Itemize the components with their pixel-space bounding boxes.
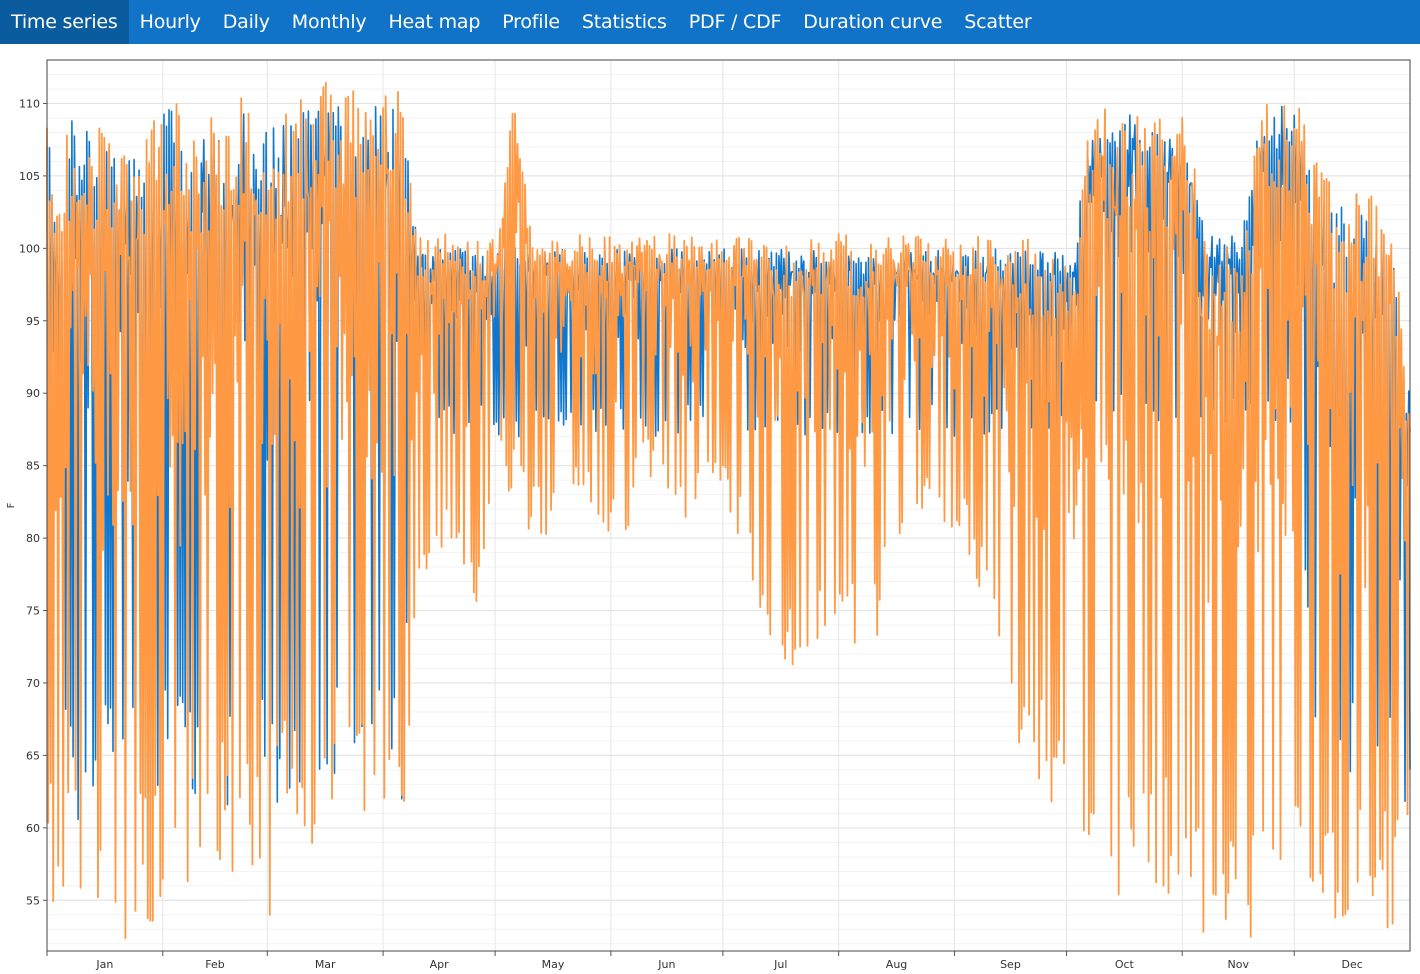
- y-tick-label: 65: [26, 749, 40, 762]
- y-axis-label: F: [6, 502, 17, 508]
- tab-bar: Time series Hourly Daily Monthly Heat map Pro…: [0, 0, 1420, 44]
- y-tick-label: 70: [26, 677, 40, 690]
- tab-heat-map[interactable]: Heat map: [377, 0, 491, 44]
- x-tick-label: Aug: [886, 958, 907, 971]
- tab-time-series[interactable]: Time series: [0, 0, 129, 44]
- tab-pdf-cdf[interactable]: PDF / CDF: [678, 0, 793, 44]
- x-tick-label: Jul: [773, 958, 787, 971]
- y-tick-label: 85: [26, 460, 40, 473]
- x-tick-label: Apr: [430, 958, 450, 971]
- x-tick-label: Jun: [657, 958, 675, 971]
- y-tick-label: 110: [19, 97, 40, 110]
- time-series-chart: 55 60 65 70 75 80 85 90 95 100 105 110 Jan Feb Mar Apr M…: [6, 59, 1411, 971]
- x-tick-label: Nov: [1227, 958, 1249, 971]
- tab-statistics[interactable]: Statistics: [571, 0, 678, 44]
- tab-duration-curve[interactable]: Duration curve: [792, 0, 953, 44]
- tab-scatter[interactable]: Scatter: [953, 0, 1042, 44]
- x-tick-label: Dec: [1341, 958, 1362, 971]
- x-tick-label: May: [542, 958, 565, 971]
- x-tick-label: Sep: [1000, 958, 1021, 971]
- tab-monthly[interactable]: Monthly: [281, 0, 378, 44]
- x-tick-label: Mar: [315, 958, 336, 971]
- tab-hourly[interactable]: Hourly: [129, 0, 212, 44]
- y-tick-label: 55: [26, 894, 40, 907]
- y-tick-label: 75: [26, 605, 40, 618]
- y-tick-label: 100: [19, 242, 40, 255]
- x-tick-label: Oct: [1115, 958, 1135, 971]
- x-tick-label: Jan: [95, 958, 113, 971]
- tab-daily[interactable]: Daily: [212, 0, 281, 44]
- tab-profile[interactable]: Profile: [491, 0, 571, 44]
- y-tick-label: 105: [19, 170, 40, 183]
- y-tick-label: 95: [26, 315, 40, 328]
- x-tick-label: Feb: [205, 958, 224, 971]
- y-tick-label: 90: [26, 387, 40, 400]
- y-tick-label: 60: [26, 822, 40, 835]
- y-tick-label: 80: [26, 532, 40, 545]
